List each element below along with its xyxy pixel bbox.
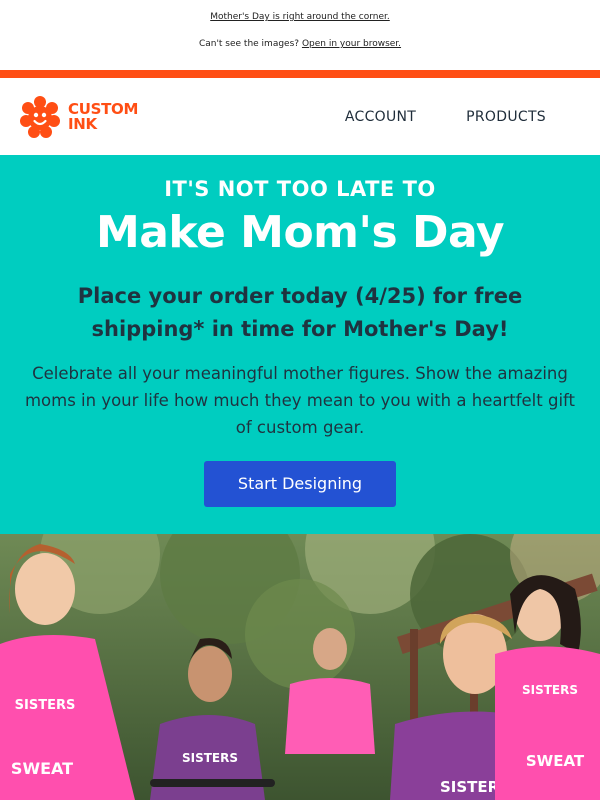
nav-account-link[interactable]: ACCOUNT (345, 109, 416, 125)
preheader: Mother's Day is right around the corner.… (0, 0, 600, 70)
hero-subhead: Place your order today (4/25) for free s… (77, 284, 523, 341)
shirt-text-sisters-far-right: SISTERS (522, 683, 578, 697)
shirt-text-sweat-left: SWEAT (11, 759, 73, 778)
hero-section: IT'S NOT TOO LATE TO Make Mom's Day Plac… (0, 155, 600, 534)
brand-divider (0, 70, 600, 78)
nav-products-link[interactable]: PRODUCTS (466, 109, 546, 125)
cant-see-text: Can't see the images? (198, 39, 300, 49)
shirt-text-sisters-left: SISTERS (15, 698, 76, 713)
logo-wordmark: CUSTOM INK (68, 101, 138, 133)
shirt-text-sweat-far-right: SWEAT (526, 752, 585, 770)
custom-ink-logo[interactable]: CUSTOM INK (18, 95, 138, 139)
start-designing-button[interactable]: Start Designing (204, 461, 396, 507)
preheader-view-online-line: Can't see the images? Open in your brows… (0, 37, 600, 51)
email-header: CUSTOM INK ACCOUNT PRODUCTS (0, 78, 600, 155)
hero-photo-link[interactable]: SISTERS SWEAT SISTERS SISTERS SISTERS SW… (0, 534, 600, 800)
inky-mascot-icon (20, 95, 60, 138)
preheader-tagline-line: Mother's Day is right around the corner. (0, 10, 600, 24)
hero-body-text: Celebrate all your meaningful mother fig… (24, 364, 576, 437)
open-in-browser-link[interactable]: Open in your browser. (302, 39, 401, 49)
hero-headline: Make Mom's Day (95, 207, 505, 258)
preheader-tagline-link[interactable]: Mother's Day is right around the corner. (210, 12, 390, 22)
moms-running-photo: SISTERS SWEAT SISTERS SISTERS SISTERS SW… (0, 534, 600, 800)
hero-eyebrow: IT'S NOT TOO LATE TO (164, 177, 436, 201)
logo-text-ink: INK (68, 114, 97, 133)
header-nav: ACCOUNT PRODUCTS (345, 109, 582, 125)
shirt-text-sisters-middle: SISTERS (182, 751, 238, 765)
